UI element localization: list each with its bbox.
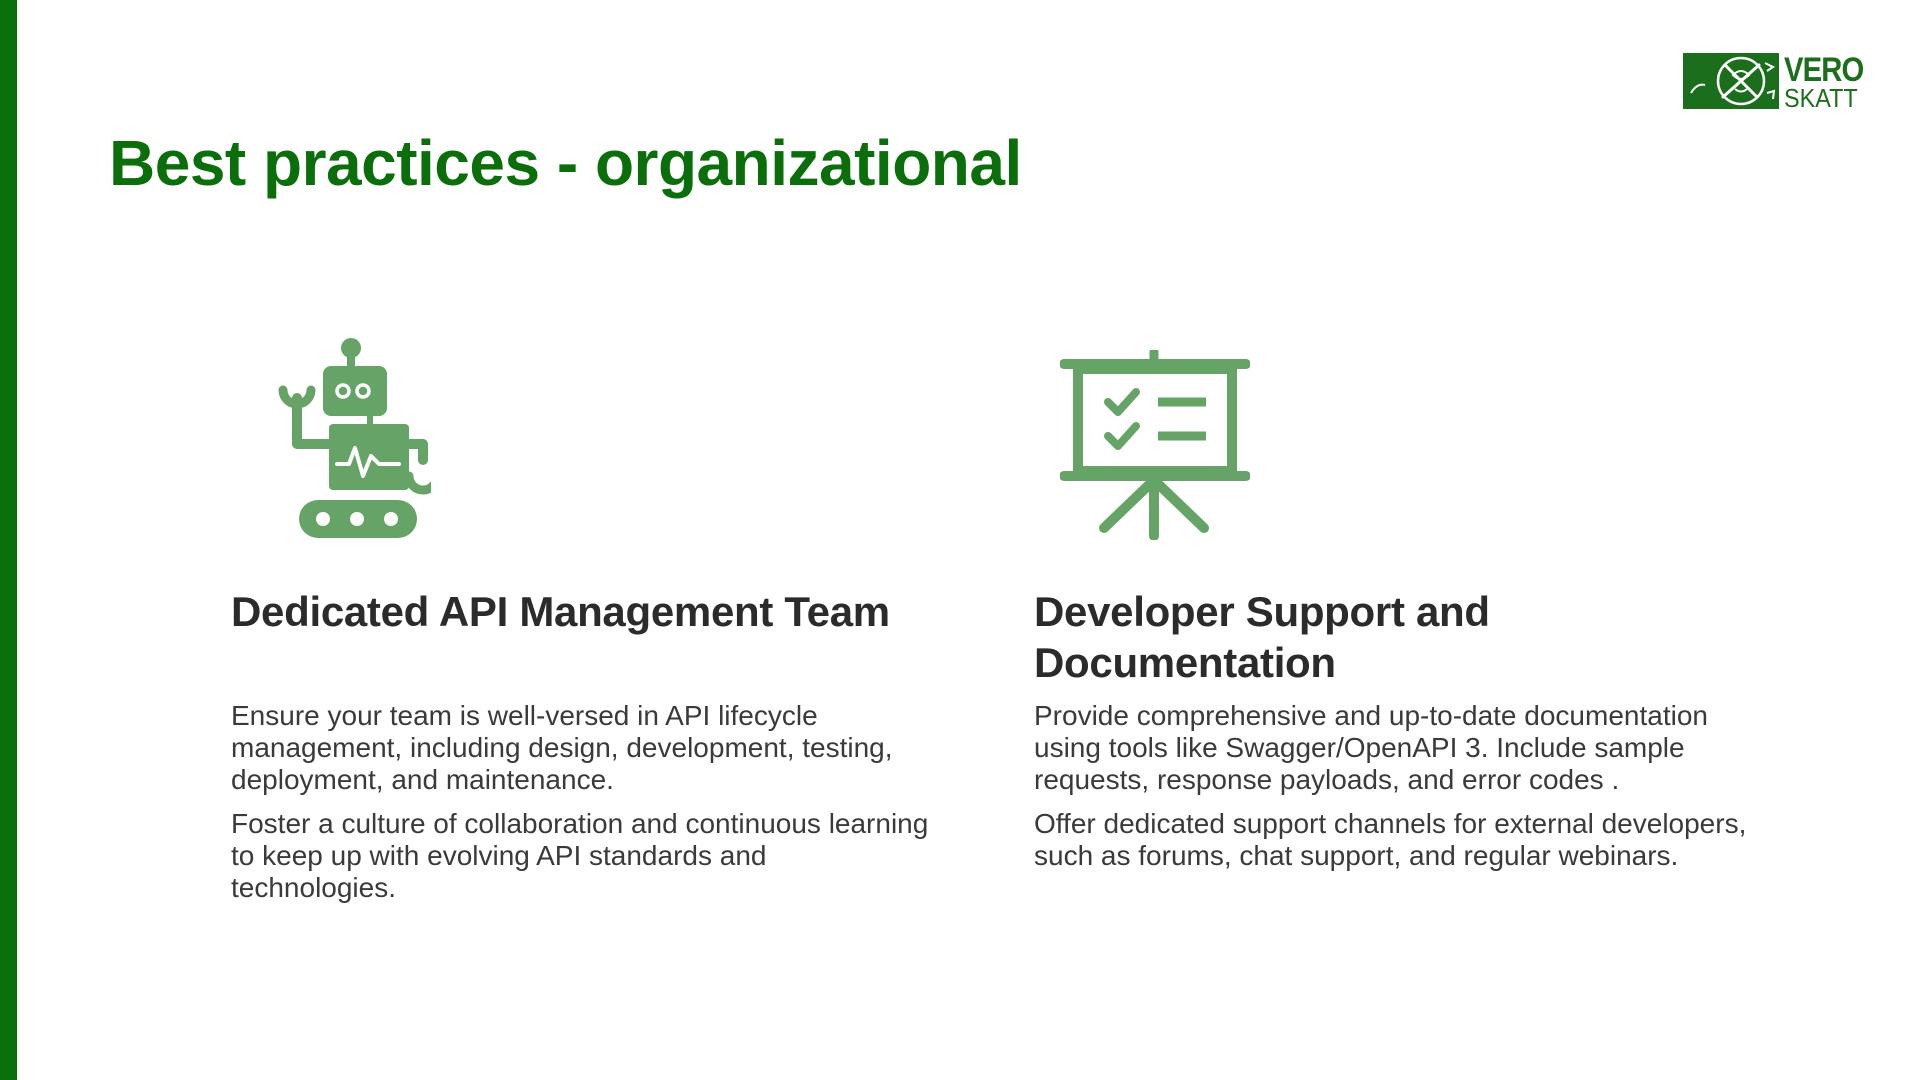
left-accent-bar: [0, 0, 17, 1080]
card-paragraph: Foster a culture of collaboration and co…: [231, 808, 929, 903]
card-paragraph: Provide comprehensive and up-to-date doc…: [1034, 700, 1708, 795]
robot-icon: [278, 338, 431, 538]
page-title: Best practices - organizational: [109, 127, 1022, 199]
logo-word-vero: VERO: [1784, 51, 1864, 89]
card-paragraph: Offer dedicated support channels for ext…: [1034, 808, 1747, 871]
card-heading: Dedicated API Management Team: [231, 588, 890, 635]
vero-emblem-icon: [1683, 53, 1779, 109]
card-heading: Developer Support and Documentation: [1034, 588, 1490, 686]
presentation-board-icon: [1060, 350, 1250, 540]
logo-word-skatt: SKATT: [1784, 83, 1858, 113]
card-paragraph: Ensure your team is well-versed in API l…: [231, 700, 893, 795]
vero-skatt-logo: VERO SKATT: [1683, 53, 1868, 111]
